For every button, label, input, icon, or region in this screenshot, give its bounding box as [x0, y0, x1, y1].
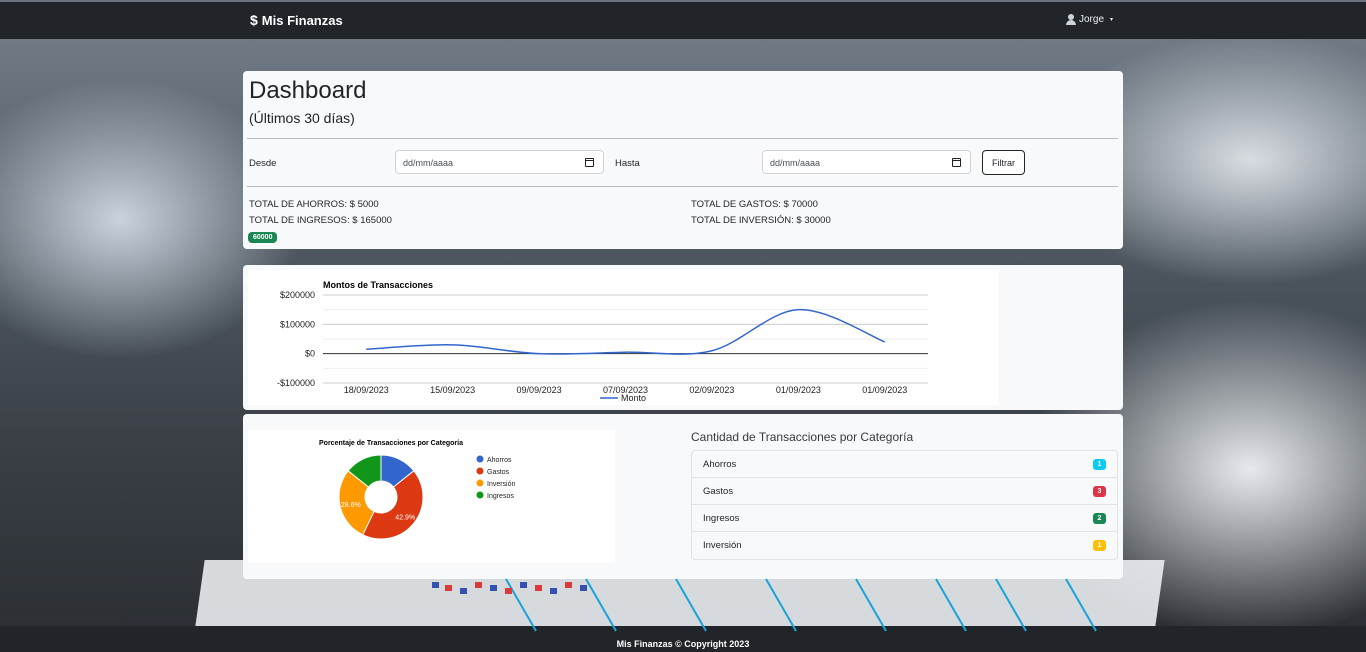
y-tick-label: $100000: [280, 319, 315, 329]
list-item: Ingresos 2: [692, 505, 1117, 532]
background-bar: [535, 585, 542, 591]
background-bar: [550, 588, 557, 594]
legend-swatch: [476, 479, 484, 487]
footer-text: Mis Finanzas © Copyright 2023: [616, 639, 750, 649]
category-label: Ahorros: [703, 459, 737, 470]
background-bar: [505, 588, 512, 594]
x-tick-label: 02/09/2023: [689, 385, 734, 395]
filter-button[interactable]: Filtrar: [982, 150, 1025, 175]
line-chart-card: Montos de Transacciones $200000 $100000 $0 -…: [243, 265, 1123, 410]
legend-label: Ingresos: [487, 493, 514, 500]
total-ahorros: TOTAL DE AHORROS: $ 5000: [249, 199, 379, 210]
balance-badge: 60000: [248, 232, 278, 243]
from-label: Desde: [249, 158, 277, 169]
legend-label: Monto: [621, 393, 646, 403]
count-badge: 1: [1093, 540, 1106, 551]
divider: [247, 186, 1118, 187]
total-ingresos: TOTAL DE INGRESOS: $ 165000: [249, 215, 392, 226]
x-tick-label: 18/09/2023: [344, 385, 389, 395]
user-icon: [1066, 14, 1076, 25]
user-name: Jorge: [1079, 14, 1105, 25]
total-inversion: TOTAL DE INVERSIÓN: $ 30000: [691, 215, 831, 226]
legend-swatch: [476, 467, 484, 475]
x-tick-label: 01/09/2023: [862, 385, 907, 395]
series-line-monto: [366, 308, 886, 355]
dollar-icon: $: [250, 12, 258, 28]
legend-swatch: [476, 455, 484, 463]
total-gastos: TOTAL DE GASTOS: $ 70000: [691, 199, 818, 210]
y-tick-label: -$100000: [277, 378, 315, 388]
background-bar: [490, 585, 497, 591]
pie-chart-container: Porcentaje de Transacciones por Categorí…: [248, 430, 615, 563]
category-label: Gastos: [703, 486, 734, 497]
brand-text: Mis Finanzas: [261, 12, 343, 28]
legend-label: Inversión: [487, 481, 516, 488]
divider: [247, 138, 1118, 139]
page-subtitle: (Últimos 30 días): [249, 110, 355, 126]
x-tick-label: 01/09/2023: [776, 385, 821, 395]
background-bar: [460, 588, 467, 594]
line-chart-container: Montos de Transacciones $200000 $100000 $0 -…: [248, 270, 998, 405]
background-bar: [580, 585, 587, 591]
calendar-icon[interactable]: [585, 158, 594, 167]
user-dropdown[interactable]: Jorge ▾: [1066, 14, 1113, 25]
background-bar: [520, 582, 527, 588]
legend-label: Gastos: [487, 469, 510, 476]
category-label: Inversión: [703, 540, 742, 551]
category-list: Ahorros 1 Gastos 3 Ingresos 2 Inversión …: [691, 450, 1118, 560]
background-bar: [565, 582, 572, 588]
y-tick-label: $0: [305, 349, 315, 359]
to-label: Hasta: [615, 158, 640, 169]
category-label: Ingresos: [703, 513, 740, 524]
from-date-value: dd/mm/aaaa: [403, 158, 454, 168]
legend-swatch: [476, 491, 484, 499]
to-date-input[interactable]: dd/mm/aaaa: [762, 150, 971, 174]
legend-label: Ahorros: [487, 457, 512, 464]
category-card: Porcentaje de Transacciones por Categorí…: [243, 414, 1123, 579]
x-tick-label: 09/09/2023: [517, 385, 562, 395]
summary-card: Dashboard (Últimos 30 días) Desde dd/mm/…: [243, 71, 1123, 249]
chart-title: Porcentaje de Transacciones por Categorí…: [319, 440, 463, 447]
brand-link[interactable]: $ Mis Finanzas: [250, 12, 343, 28]
to-date-value: dd/mm/aaaa: [770, 158, 821, 168]
slice-label: 42.9%: [395, 514, 415, 521]
pie-chart: Porcentaje de Transacciones por Categorí…: [319, 440, 516, 540]
line-chart: Montos de Transacciones $200000 $100000 $0 -…: [277, 280, 928, 403]
page-title: Dashboard: [249, 77, 367, 104]
y-tick-label: $200000: [280, 290, 315, 300]
count-badge: 1: [1093, 459, 1106, 470]
calendar-icon[interactable]: [952, 158, 961, 167]
background-bar: [432, 582, 439, 588]
list-item: Inversión 1: [692, 532, 1117, 559]
category-list-title: Cantidad de Transacciones por Categoría: [691, 430, 914, 444]
slice-label: 28.6%: [341, 502, 361, 509]
count-badge: 2: [1093, 513, 1106, 524]
chevron-down-icon: ▾: [1110, 17, 1114, 23]
footer: Mis Finanzas © Copyright 2023: [0, 626, 1366, 652]
list-item: Ahorros 1: [692, 451, 1117, 478]
chart-title: Montos de Transacciones: [323, 280, 433, 290]
background-bar: [445, 585, 452, 591]
from-date-input[interactable]: dd/mm/aaaa: [395, 150, 604, 174]
list-item: Gastos 3: [692, 478, 1117, 505]
x-tick-label: 15/09/2023: [430, 385, 475, 395]
navbar: $ Mis Finanzas Jorge ▾: [0, 0, 1366, 39]
background-bar: [475, 582, 482, 588]
count-badge: 3: [1093, 486, 1106, 497]
